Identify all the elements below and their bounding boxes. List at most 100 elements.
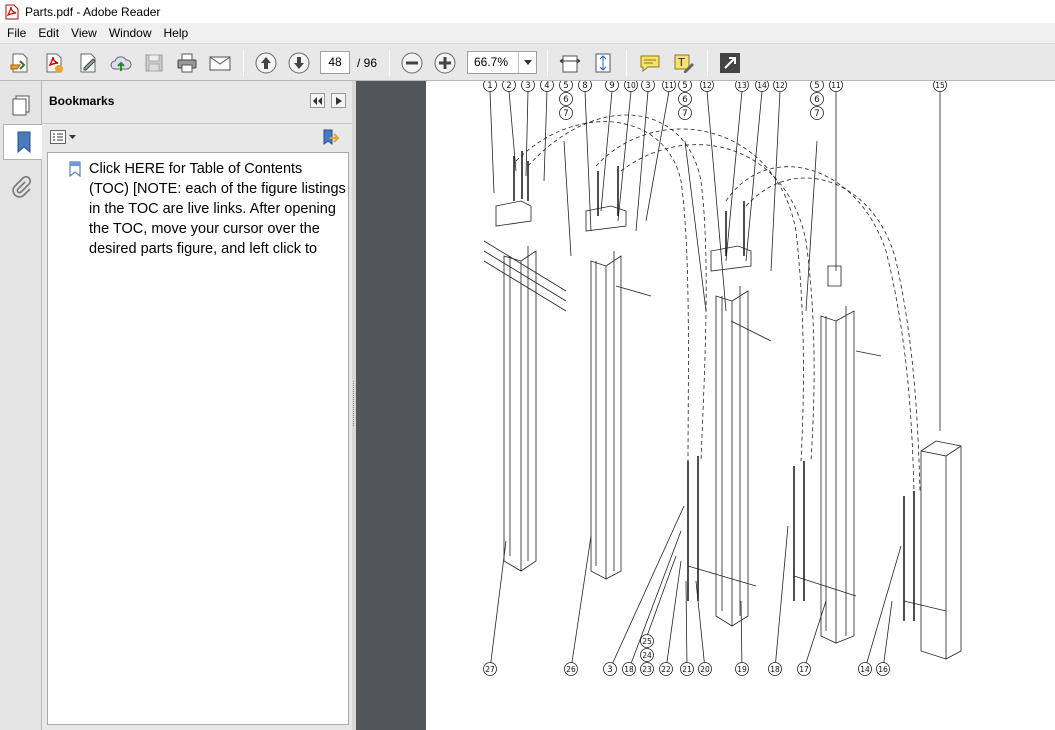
- bookmark-toc[interactable]: Click HERE for Table of Contents (TOC) […: [68, 159, 346, 259]
- top-callout-label-12: 5: [682, 81, 687, 91]
- paperclip-icon: [12, 176, 32, 198]
- top-callout-label-23: 15: [935, 81, 945, 90]
- bottom-callout-label-6: 23: [642, 665, 652, 674]
- zoom-out-button[interactable]: [398, 49, 426, 77]
- bottom-callout-label-10: 19: [737, 665, 747, 674]
- top-callout-label-17: 14: [757, 81, 767, 90]
- highlight-text-icon: T: [674, 54, 694, 73]
- chevron-down-icon[interactable]: [518, 52, 536, 73]
- splitter-grip: [353, 381, 355, 426]
- menu-view[interactable]: View: [65, 23, 103, 43]
- top-callout-label-16: 13: [737, 81, 747, 90]
- save-button[interactable]: [140, 49, 168, 77]
- window-title: Parts.pdf - Adobe Reader: [25, 4, 161, 19]
- arrow-up-circle-icon: [255, 52, 277, 74]
- top-callout-label-5: 6: [563, 95, 568, 105]
- bookmarks-header: Bookmarks: [42, 81, 352, 121]
- top-callout-label-22: 11: [831, 81, 841, 90]
- bookmark-options-menu[interactable]: [50, 130, 76, 144]
- speech-bubble-icon: [640, 55, 660, 73]
- document-view[interactable]: 1 2 3 4 5 6 7 8 9 10 3 11 5 6 7 12 13 14 12 5 6 7 11 15 27 26 3 18…: [356, 81, 1055, 730]
- bookmarks-panel: Bookmarks Click HERE for Table of Conten…: [42, 81, 352, 730]
- bottom-callout-label-1: 26: [566, 665, 576, 674]
- top-callout-label-3: 4: [544, 81, 549, 91]
- bookmarks-toolbar: [42, 123, 352, 151]
- bottom-callout-label-7: 22: [661, 665, 671, 674]
- print-button[interactable]: [173, 49, 201, 77]
- fit-page-button[interactable]: [589, 49, 617, 77]
- upload-button[interactable]: [107, 49, 135, 77]
- page-thumbnails-button[interactable]: [4, 87, 38, 123]
- expand-arrow-icon: [720, 53, 740, 73]
- bookmarks-tree: Click HERE for Table of Contents (TOC) […: [47, 152, 349, 725]
- arrow-down-circle-icon: [288, 52, 310, 74]
- top-callout-label-2: 3: [525, 81, 530, 91]
- bookmark-item-icon: [68, 161, 82, 182]
- zoom-in-button[interactable]: [431, 49, 459, 77]
- bottom-callout-label-12: 17: [799, 665, 809, 674]
- panel-options-button[interactable]: [331, 93, 346, 108]
- open-file-icon: [10, 53, 28, 73]
- cloud-upload-icon: [110, 56, 132, 71]
- top-callout-label-0: 1: [487, 81, 492, 91]
- email-button[interactable]: [206, 49, 234, 77]
- parts-diagram: 1 2 3 4 5678 9 10 3 11 56712 13 14 12 56711 15 27 26 3 18…: [483, 81, 962, 676]
- pdf-file-icon: [4, 4, 20, 20]
- bottom-callout-label-5: 24: [642, 651, 652, 660]
- bottom-callout-label-4: 25: [642, 637, 652, 646]
- fit-width-button[interactable]: [556, 49, 584, 77]
- comment-button[interactable]: [636, 49, 664, 77]
- top-callout-label-8: 9: [609, 81, 614, 91]
- top-callout-label-4: 5: [563, 81, 568, 91]
- printer-icon: [177, 53, 197, 73]
- zoom-select[interactable]: 66.7%: [467, 51, 537, 74]
- menu-window[interactable]: Window: [103, 23, 158, 43]
- find-bookmark-button[interactable]: [321, 129, 340, 152]
- previous-page-button[interactable]: [252, 49, 280, 77]
- toolbar: 48 / 96 66.7% T: [0, 43, 1055, 81]
- bottom-callout-label-9: 20: [700, 665, 710, 674]
- edit-pdf-button[interactable]: [74, 49, 102, 77]
- top-callout-label-18: 12: [775, 81, 785, 90]
- top-callout-label-9: 10: [626, 81, 636, 90]
- create-pdf-button[interactable]: [40, 49, 68, 77]
- bookmarks-tab-button[interactable]: [3, 124, 43, 160]
- fit-page-icon: [595, 53, 611, 73]
- menu-edit[interactable]: Edit: [32, 23, 65, 43]
- title-bar: Parts.pdf - Adobe Reader: [0, 0, 1055, 23]
- chevron-down-icon: [69, 135, 76, 139]
- create-pdf-icon: [46, 53, 63, 73]
- collapse-panel-button[interactable]: [310, 93, 325, 108]
- page-total: / 96: [357, 56, 378, 70]
- top-callout-label-19: 5: [814, 81, 819, 91]
- top-callout-label-15: 12: [702, 81, 712, 90]
- bottom-callout-label-3: 18: [624, 665, 634, 674]
- fit-width-icon: [559, 55, 581, 73]
- options-list-icon: [50, 130, 66, 144]
- edit-pdf-icon: [80, 53, 96, 73]
- attachments-button[interactable]: [4, 169, 38, 205]
- pdf-page: 1 2 3 4 5 6 7 8 9 10 3 11 5 6 7 12 13 14 12 5 6 7 11 15 27 26 3 18…: [426, 81, 1055, 730]
- navigation-pane-strip: [0, 81, 43, 730]
- bottom-callout-label-14: 16: [878, 665, 888, 674]
- svg-text:T: T: [677, 56, 685, 69]
- top-callout-label-7: 8: [582, 81, 587, 91]
- menu-file[interactable]: File: [0, 23, 32, 43]
- top-callout-label-11: 11: [664, 81, 674, 90]
- top-callout-label-10: 3: [645, 81, 650, 91]
- bottom-callout-label-11: 18: [770, 665, 780, 674]
- highlight-text-button[interactable]: T: [670, 49, 698, 77]
- zoom-value: 66.7%: [474, 55, 509, 69]
- open-button[interactable]: [6, 49, 34, 77]
- bookmark-search-icon: [323, 129, 340, 145]
- menu-help[interactable]: Help: [158, 23, 195, 43]
- top-callout-label-21: 7: [814, 109, 819, 119]
- page-number-input[interactable]: 48: [320, 51, 350, 74]
- expand-button[interactable]: [716, 49, 744, 77]
- plus-circle-icon: [434, 52, 456, 74]
- top-callout-label-1: 2: [506, 81, 511, 91]
- top-callout-label-13: 6: [682, 95, 687, 105]
- next-page-button[interactable]: [285, 49, 313, 77]
- adobe-reader-window: Parts.pdf - Adobe Reader File Edit View …: [0, 0, 1055, 730]
- top-callout-label-14: 7: [682, 109, 687, 119]
